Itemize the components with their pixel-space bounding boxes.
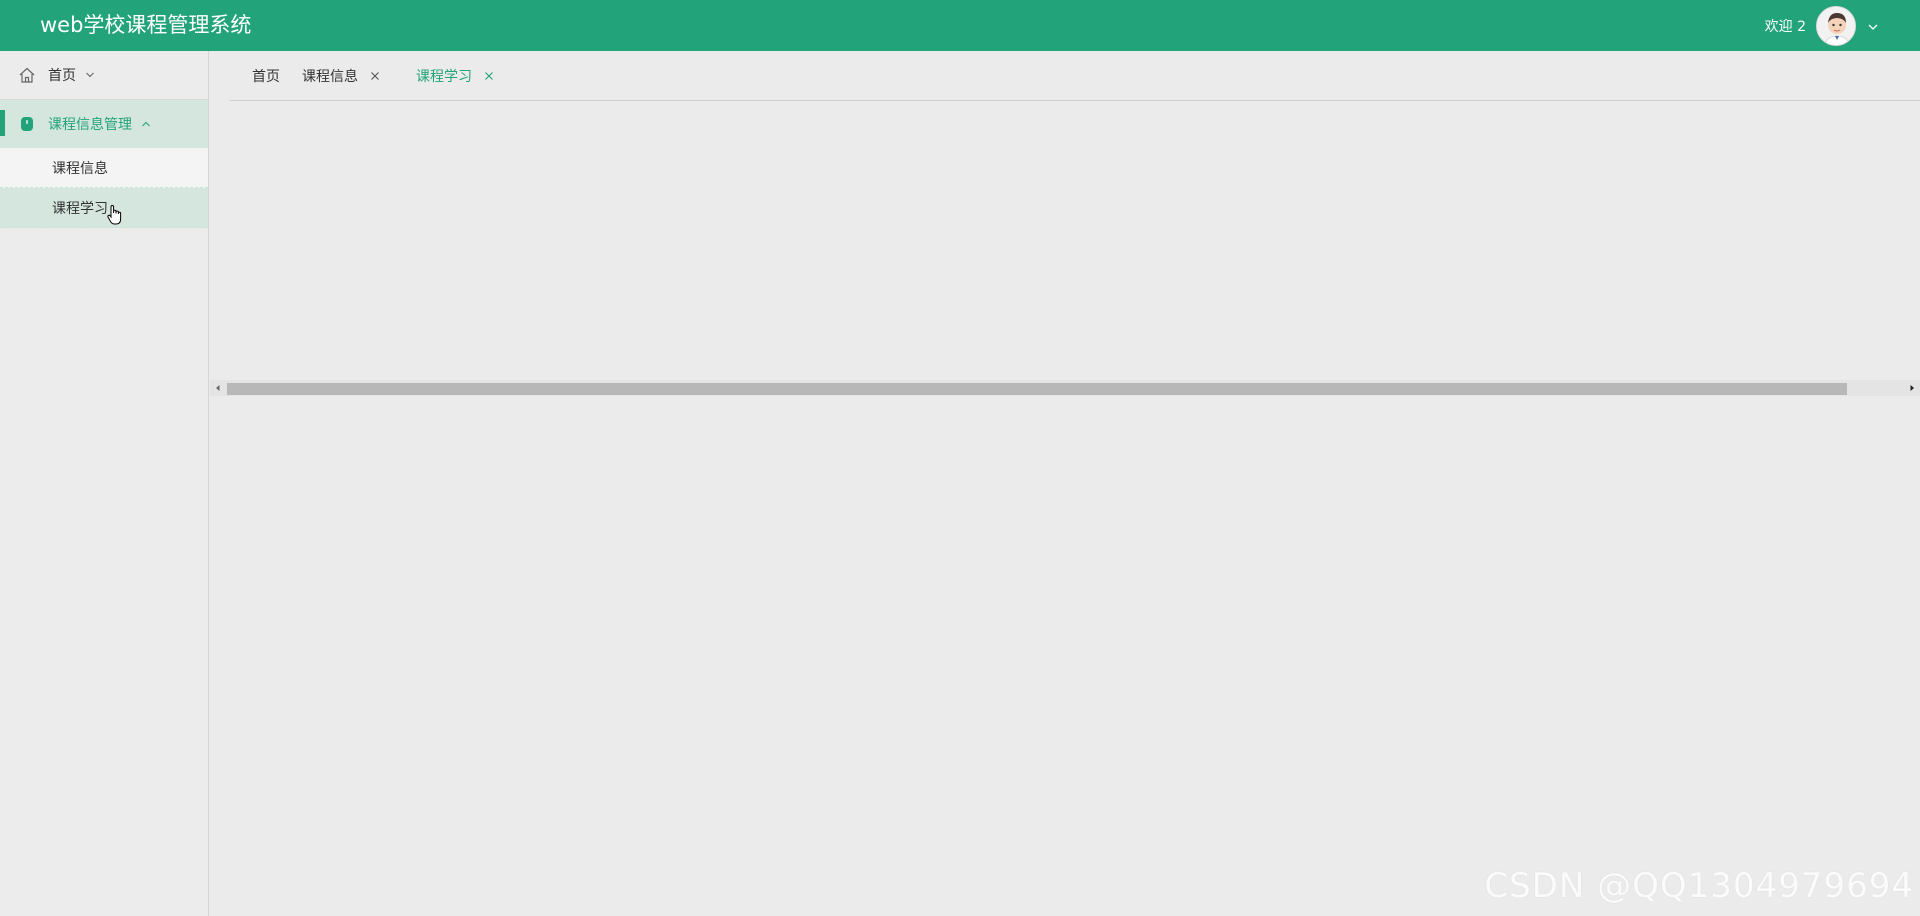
tab-course-study[interactable]: 课程学习 — [416, 66, 494, 86]
scrollbar-thumb[interactable] — [227, 383, 1847, 395]
watermark: CSDN @QQ1304979694 — [1484, 866, 1914, 906]
close-icon[interactable] — [484, 69, 494, 80]
scroll-right-icon[interactable] — [1904, 380, 1920, 396]
tab-home[interactable]: 首页 — [252, 66, 280, 86]
chevron-up-icon — [140, 118, 152, 130]
scroll-left-icon[interactable] — [210, 380, 226, 396]
sidebar-group-label: 课程信息管理 — [48, 117, 132, 133]
sidebar-item-course-study[interactable]: 课程学习 — [0, 188, 208, 228]
hand-cursor-icon — [106, 204, 124, 226]
chevron-down-icon — [84, 69, 96, 81]
course-icon — [18, 115, 36, 133]
tab-label: 课程信息 — [302, 68, 358, 85]
sidebar-item-label: 课程学习 — [52, 200, 108, 217]
sidebar-group-course-management[interactable]: 课程信息管理 — [0, 100, 208, 148]
sidebar-item-home[interactable]: 首页 — [0, 51, 208, 100]
tab-course-info[interactable]: 课程信息 — [302, 66, 380, 86]
avatar[interactable] — [1816, 6, 1856, 46]
user-area: 欢迎 2 — [1765, 6, 1880, 46]
close-icon[interactable] — [370, 69, 380, 80]
home-icon — [18, 66, 36, 84]
tab-label: 首页 — [252, 68, 280, 85]
tab-bar: 首页 课程信息 课程学习 — [230, 51, 1920, 101]
horizontal-scrollbar[interactable] — [210, 380, 1920, 396]
tab-label: 课程学习 — [416, 68, 472, 85]
sidebar-item-label: 首页 — [48, 68, 76, 84]
avatar-image — [1817, 7, 1855, 45]
sidebar-item-label: 课程信息 — [52, 160, 108, 177]
sidebar: 首页 课程信息管理 课程信息 课程学习 — [0, 51, 209, 916]
sidebar-item-course-info[interactable]: 课程信息 — [0, 148, 208, 188]
active-indicator — [0, 110, 5, 136]
top-header: web学校课程管理系统 欢迎 2 — [0, 0, 1920, 51]
chevron-down-icon[interactable] — [1866, 19, 1880, 33]
app-title: web学校课程管理系统 — [40, 13, 252, 37]
welcome-text: 欢迎 2 — [1764, 19, 1806, 35]
